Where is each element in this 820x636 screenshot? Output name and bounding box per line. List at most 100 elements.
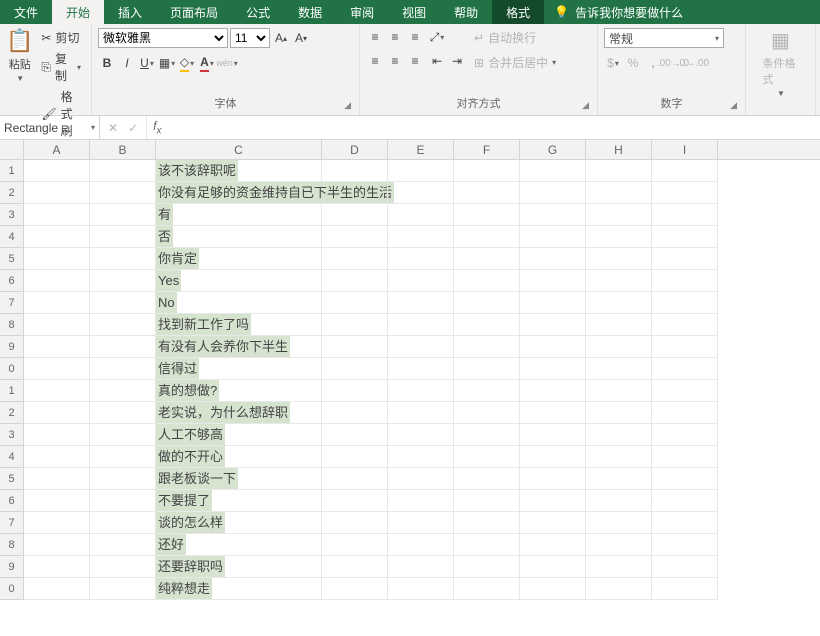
cell[interactable] bbox=[586, 490, 652, 512]
wrap-text-button[interactable]: ↵ 自动换行 bbox=[470, 28, 560, 47]
number-format-select[interactable]: 常规 ▾ bbox=[604, 28, 724, 48]
cell[interactable] bbox=[90, 314, 156, 336]
cell[interactable] bbox=[388, 204, 454, 226]
align-right-button[interactable]: ≡ bbox=[406, 52, 424, 70]
cell[interactable] bbox=[454, 270, 520, 292]
cell[interactable] bbox=[586, 424, 652, 446]
cell[interactable] bbox=[520, 248, 586, 270]
cell[interactable] bbox=[586, 468, 652, 490]
row-header[interactable]: 2 bbox=[0, 402, 24, 424]
cell[interactable] bbox=[24, 204, 90, 226]
cell[interactable] bbox=[454, 468, 520, 490]
cell[interactable] bbox=[652, 336, 718, 358]
phonetic-button[interactable]: wén▾ bbox=[218, 54, 236, 72]
cell[interactable] bbox=[24, 358, 90, 380]
cell[interactable] bbox=[322, 336, 388, 358]
cell[interactable] bbox=[454, 512, 520, 534]
cell[interactable] bbox=[388, 336, 454, 358]
cell[interactable] bbox=[24, 578, 90, 600]
merge-center-button[interactable]: ⊞ 合并后居中 ▾ bbox=[470, 53, 560, 72]
cell[interactable] bbox=[322, 534, 388, 556]
cell[interactable] bbox=[90, 402, 156, 424]
cell[interactable] bbox=[586, 578, 652, 600]
cell[interactable] bbox=[652, 270, 718, 292]
cell[interactable] bbox=[90, 336, 156, 358]
tab-home[interactable]: 开始 bbox=[52, 0, 104, 24]
cell[interactable] bbox=[24, 556, 90, 578]
cell[interactable] bbox=[454, 446, 520, 468]
cell[interactable] bbox=[24, 490, 90, 512]
cell[interactable] bbox=[90, 358, 156, 380]
cell[interactable] bbox=[322, 402, 388, 424]
cell[interactable] bbox=[454, 424, 520, 446]
row-header[interactable]: 1 bbox=[0, 160, 24, 182]
cell[interactable] bbox=[652, 160, 718, 182]
format-painter-button[interactable]: 🖌 格式刷 bbox=[37, 87, 85, 140]
row-header[interactable]: 5 bbox=[0, 248, 24, 270]
cell[interactable] bbox=[388, 446, 454, 468]
cell[interactable] bbox=[454, 292, 520, 314]
cell[interactable] bbox=[388, 490, 454, 512]
cell[interactable] bbox=[652, 578, 718, 600]
cell[interactable] bbox=[586, 160, 652, 182]
cell[interactable] bbox=[24, 468, 90, 490]
fx-icon[interactable]: fx bbox=[147, 119, 167, 136]
row-header[interactable]: 6 bbox=[0, 270, 24, 292]
row-header[interactable]: 6 bbox=[0, 490, 24, 512]
dialog-launcher-icon[interactable]: ◢ bbox=[582, 100, 589, 111]
row-header[interactable]: 7 bbox=[0, 292, 24, 314]
row-header[interactable]: 9 bbox=[0, 556, 24, 578]
cell[interactable] bbox=[454, 534, 520, 556]
cell[interactable]: Yes bbox=[156, 270, 322, 292]
cell[interactable] bbox=[322, 226, 388, 248]
cell[interactable] bbox=[652, 468, 718, 490]
cell[interactable] bbox=[520, 226, 586, 248]
cell[interactable] bbox=[454, 556, 520, 578]
cell[interactable] bbox=[520, 270, 586, 292]
cell[interactable] bbox=[90, 182, 156, 204]
cell[interactable] bbox=[652, 512, 718, 534]
cell[interactable] bbox=[586, 314, 652, 336]
cell[interactable] bbox=[454, 490, 520, 512]
col-header-B[interactable]: B bbox=[90, 140, 156, 159]
cell[interactable] bbox=[520, 292, 586, 314]
cell[interactable] bbox=[90, 226, 156, 248]
cell[interactable] bbox=[388, 226, 454, 248]
cell[interactable] bbox=[322, 468, 388, 490]
cell[interactable] bbox=[454, 160, 520, 182]
cell[interactable] bbox=[24, 512, 90, 534]
cell[interactable] bbox=[388, 380, 454, 402]
cell[interactable] bbox=[24, 446, 90, 468]
align-top-button[interactable]: ≡ bbox=[366, 28, 384, 46]
cell[interactable] bbox=[586, 226, 652, 248]
cell[interactable] bbox=[652, 424, 718, 446]
row-header[interactable]: 4 bbox=[0, 226, 24, 248]
cell[interactable] bbox=[322, 556, 388, 578]
cell[interactable]: 你肯定 bbox=[156, 248, 322, 270]
cell[interactable] bbox=[652, 556, 718, 578]
cell[interactable] bbox=[520, 314, 586, 336]
cell[interactable] bbox=[90, 578, 156, 600]
cell[interactable] bbox=[520, 578, 586, 600]
cell[interactable] bbox=[388, 534, 454, 556]
cell[interactable] bbox=[652, 292, 718, 314]
cell[interactable] bbox=[388, 314, 454, 336]
cell[interactable] bbox=[322, 204, 388, 226]
cell[interactable] bbox=[90, 446, 156, 468]
decrease-indent-button[interactable]: ⇤ bbox=[428, 52, 446, 70]
cell[interactable]: 有 bbox=[156, 204, 322, 226]
tab-file[interactable]: 文件 bbox=[0, 0, 52, 24]
cell[interactable] bbox=[24, 534, 90, 556]
align-bottom-button[interactable]: ≡ bbox=[406, 28, 424, 46]
row-header[interactable]: 1 bbox=[0, 380, 24, 402]
accounting-format-button[interactable]: $▾ bbox=[604, 54, 622, 72]
col-header-G[interactable]: G bbox=[520, 140, 586, 159]
align-center-button[interactable]: ≡ bbox=[386, 52, 404, 70]
cell[interactable]: 真的想做? bbox=[156, 380, 322, 402]
cell[interactable] bbox=[652, 446, 718, 468]
cell[interactable] bbox=[388, 160, 454, 182]
cell[interactable] bbox=[24, 182, 90, 204]
cell[interactable] bbox=[90, 556, 156, 578]
cell[interactable] bbox=[90, 468, 156, 490]
cell[interactable] bbox=[388, 270, 454, 292]
